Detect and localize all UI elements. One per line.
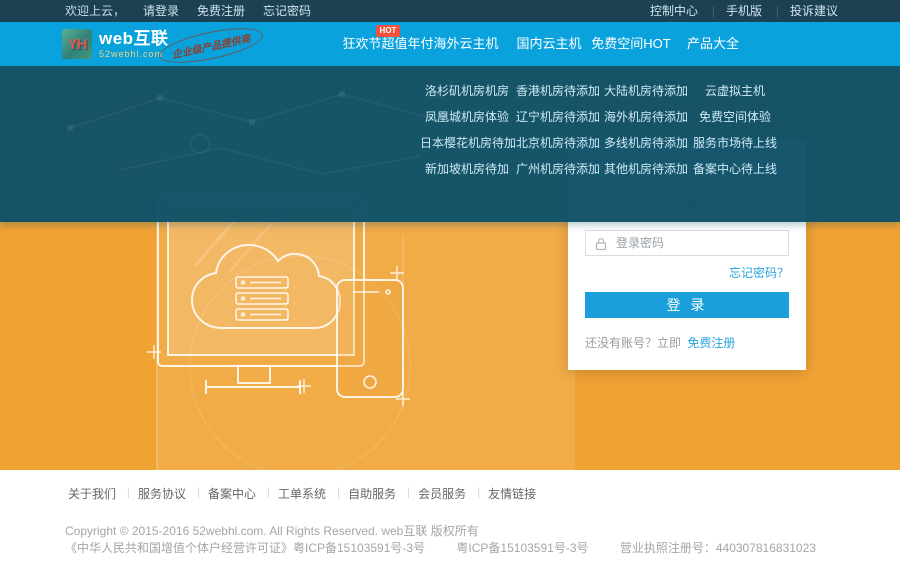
nav-label: 免费空间HOT xyxy=(591,36,670,51)
dropdown-link[interactable]: 云虚拟主机 xyxy=(690,78,780,104)
dropdown-columns: 洛杉矶机房机房 凤凰城机房体验 日本樱花机房待加 新加坡机房待加 香港机房待添加… xyxy=(420,78,780,182)
login-link[interactable]: 请登录 xyxy=(143,0,179,22)
nav-item-domestic-cloud[interactable]: 国内云主机 xyxy=(516,22,581,66)
footer-link-ticket[interactable]: 工单系统 xyxy=(267,485,337,502)
password-input[interactable] xyxy=(586,231,788,255)
nav-label: 国内云主机 xyxy=(516,36,581,51)
dropdown-link[interactable]: 其他机房待添加 xyxy=(602,156,690,182)
free-register-link[interactable]: 免费注册 xyxy=(687,336,735,350)
footer-links: 关于我们 服务协议 备案中心 工单系统 自助服务 会员服务 友情链接 xyxy=(68,485,547,502)
dropdown-link[interactable]: 日本樱花机房待加 xyxy=(420,130,514,156)
business-reg-number: 营业执照注册号：440307816831023 xyxy=(620,541,816,555)
topbar-right: 控制中心 手机版 投诉建议 xyxy=(636,0,852,22)
dropdown-col-4: 云虚拟主机 免费空间体验 服务市场待上线 备案中心待上线 xyxy=(690,78,780,182)
logo-title: web互联 xyxy=(99,30,169,47)
dropdown-link[interactable]: 辽宁机房待添加 xyxy=(514,104,602,130)
nav-label: 产品大全 xyxy=(687,36,739,51)
footer-link-beian[interactable]: 备案中心 xyxy=(197,485,267,502)
dropdown-col-3: 大陆机房待添加 海外机房待添加 多线机房待添加 其他机房待添加 xyxy=(602,78,690,182)
logo-icon: YH xyxy=(62,29,92,59)
dropdown-link[interactable]: 新加坡机房待加 xyxy=(420,156,514,182)
main-header: YH web互联 52webhl.com 企业级产品提供商 HOT 狂欢节超值年… xyxy=(0,22,900,66)
dropdown-link[interactable]: 服务市场待上线 xyxy=(690,130,780,156)
page: 欢迎上云， 请登录 免费注册 忘记密码 控制中心 手机版 投诉建议 YH web… xyxy=(0,0,900,573)
nav-item-overseas-cloud[interactable]: 海外云主机 xyxy=(433,22,498,66)
license-text: 《中华人民共和国增值个体户经营许可证》粤ICP备15103591号-3号 xyxy=(65,541,425,555)
welcome-text: 欢迎上云， xyxy=(65,0,125,22)
dropdown-link[interactable]: 香港机房待添加 xyxy=(514,78,602,104)
complaint-link[interactable]: 投诉建议 xyxy=(776,0,852,22)
dropdown-col-1: 洛杉矶机房机房 凤凰城机房体验 日本樱花机房待加 新加坡机房待加 xyxy=(420,78,514,182)
footer-link-member[interactable]: 会员服务 xyxy=(407,485,477,502)
nav-label: 狂欢节超值年付 xyxy=(342,36,433,51)
no-account-text: 还没有账号？立即 xyxy=(585,336,681,350)
dropdown-link[interactable]: 海外机房待添加 xyxy=(602,104,690,130)
password-field-wrap xyxy=(585,230,789,256)
nav-item-all-products[interactable]: 产品大全 xyxy=(687,22,739,66)
footer-link-friends[interactable]: 友情链接 xyxy=(477,485,547,502)
nav-item-carnival[interactable]: HOT 狂欢节超值年付 xyxy=(342,22,433,66)
register-link[interactable]: 免费注册 xyxy=(197,0,245,22)
icp-number: 粤ICP备15103591号-3号 xyxy=(456,541,588,555)
logo[interactable]: YH web互联 52webhl.com xyxy=(62,29,169,59)
register-hint: 还没有账号？立即 免费注册 xyxy=(585,334,735,351)
hot-badge: HOT xyxy=(376,25,401,37)
dropdown-col-2: 香港机房待添加 辽宁机房待添加 北京机房待添加 广州机房待添加 xyxy=(514,78,602,182)
dropdown-link[interactable]: 多线机房待添加 xyxy=(602,130,690,156)
mobile-version-link[interactable]: 手机版 xyxy=(712,0,776,22)
license-line: 《中华人民共和国增值个体户经营许可证》粤ICP备15103591号-3号 粤IC… xyxy=(65,539,844,556)
footer-link-selfservice[interactable]: 自助服务 xyxy=(337,485,407,502)
control-center-link[interactable]: 控制中心 xyxy=(636,0,712,22)
topbar-left: 欢迎上云， 请登录 免费注册 忘记密码 xyxy=(65,0,311,22)
slogan-stamp: 企业级产品提供商 xyxy=(156,21,265,69)
hero-banner: 忘记密码？ 登 录 还没有账号？立即 免费注册 xyxy=(0,66,900,470)
footer: 关于我们 服务协议 备案中心 工单系统 自助服务 会员服务 友情链接 Copyr… xyxy=(0,470,900,573)
nav-item-free-space[interactable]: 免费空间HOT xyxy=(591,22,670,66)
dropdown-link[interactable]: 大陆机房待添加 xyxy=(602,78,690,104)
login-button[interactable]: 登 录 xyxy=(585,292,789,318)
footer-link-about[interactable]: 关于我们 xyxy=(68,485,127,502)
forgot-password-card-link[interactable]: 忘记密码？ xyxy=(729,264,789,281)
dropdown-link[interactable]: 北京机房待添加 xyxy=(514,130,602,156)
dropdown-link[interactable]: 洛杉矶机房机房 xyxy=(420,78,514,104)
dropdown-link[interactable]: 免费空间体验 xyxy=(690,104,780,130)
dropdown-link[interactable]: 备案中心待上线 xyxy=(690,156,780,182)
footer-link-terms[interactable]: 服务协议 xyxy=(127,485,197,502)
copyright-text: Copyright © 2015-2016 52webhl.com. All R… xyxy=(65,522,479,539)
lock-icon xyxy=(594,237,608,251)
forgot-password-link[interactable]: 忘记密码 xyxy=(263,0,311,22)
dropdown-link[interactable]: 广州机房待添加 xyxy=(514,156,602,182)
dropdown-link[interactable]: 凤凰城机房体验 xyxy=(420,104,514,130)
nav-label: 海外云主机 xyxy=(433,36,498,51)
mega-dropdown: 洛杉矶机房机房 凤凰城机房体验 日本樱花机房待加 新加坡机房待加 香港机房待添加… xyxy=(0,66,900,222)
top-utility-bar: 欢迎上云， 请登录 免费注册 忘记密码 控制中心 手机版 投诉建议 xyxy=(0,0,900,22)
